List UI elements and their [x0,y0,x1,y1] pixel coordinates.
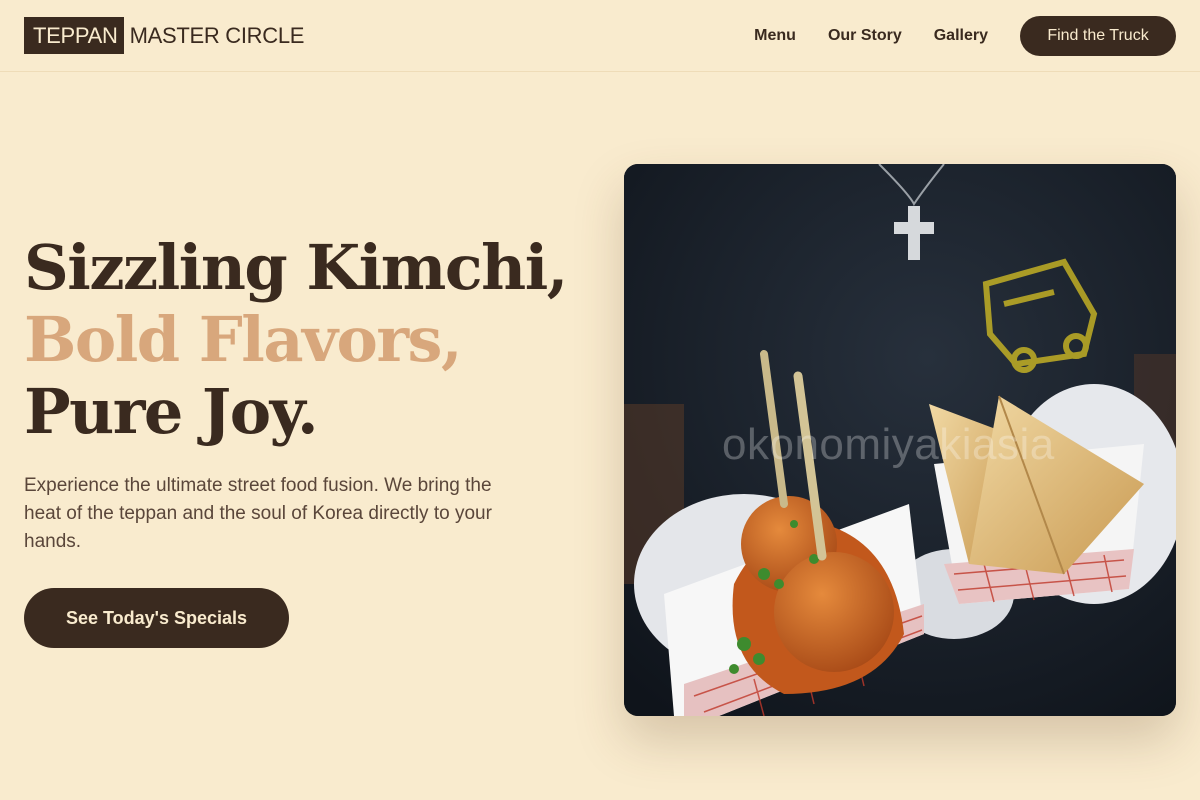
headline-line-1: Sizzling Kimchi, [24,231,568,304]
see-specials-button[interactable]: See Today's Specials [24,588,289,648]
logo-text: MASTER CIRCLE [129,22,305,48]
image-watermark: okonomiyakiasia [722,420,1055,469]
hero-food-photo: okonomiyakiasia [624,164,1176,716]
site-header: TEPPAN MASTER CIRCLE Menu Our Story Gall… [0,0,1200,72]
find-truck-button[interactable]: Find the Truck [1020,16,1176,56]
hero-description: Experience the ultimate street food fusi… [24,475,492,552]
main-nav: Menu Our Story Gallery Find the Truck [754,16,1176,56]
headline-line-2: Bold Flavors, [24,303,463,376]
nav-link-menu[interactable]: Menu [754,27,796,45]
headline-line-3: Pure Joy. [24,375,319,448]
hero-headline: Sizzling Kimchi, Bold Flavors, Pure Joy. [24,231,568,448]
nav-link-our-story[interactable]: Our Story [828,27,902,45]
logo[interactable]: TEPPAN MASTER CIRCLE [24,17,304,54]
nav-link-gallery[interactable]: Gallery [934,27,988,45]
logo-box: TEPPAN [24,17,124,54]
